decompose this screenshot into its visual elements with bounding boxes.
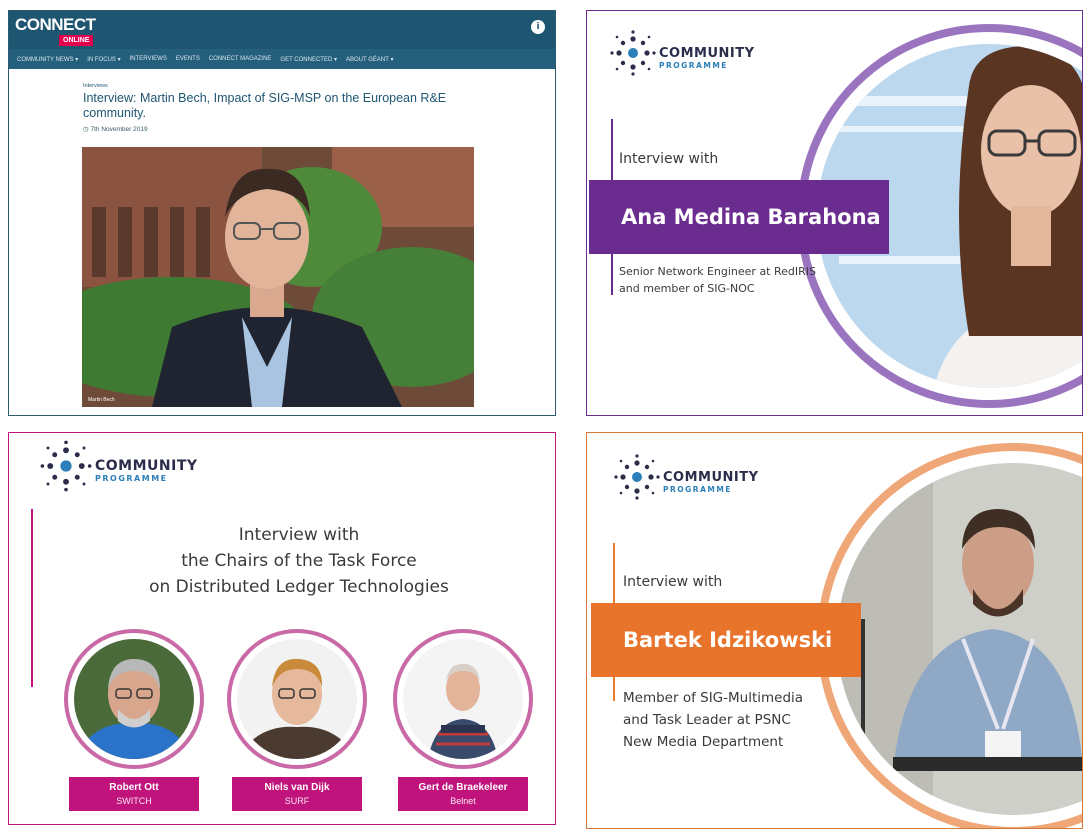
role-line: Senior Network Engineer at RedIRIS [619, 265, 817, 278]
nav-events[interactable]: EVENTS [176, 56, 200, 62]
heading-line: the Chairs of the Task Force [181, 551, 417, 571]
main-navigation: COMMUNITY NEWS ▾ IN FOCUS ▾ INTERVIEWS E… [9, 49, 555, 69]
clock-icon: ◷ [83, 126, 89, 133]
chair-card: Robert Ott SWITCH [64, 629, 204, 824]
nav-interviews[interactable]: INTERVIEWS [130, 56, 167, 62]
accessibility-icon[interactable]: i [531, 20, 545, 34]
interviewee-role: Member of SIG-Multimedia and Task Leader… [623, 687, 853, 753]
interviewee-role: Senior Network Engineer at RedIRIS and m… [619, 263, 849, 297]
heading-line: on Distributed Ledger Technologies [149, 577, 449, 597]
chair-card: Niels van Dijk SURF [227, 629, 367, 824]
logo-community-text: COMMUNITY [95, 457, 198, 474]
breadcrumb[interactable]: Interviews [83, 83, 108, 89]
nav-community-news[interactable]: COMMUNITY NEWS ▾ [17, 56, 78, 63]
interviewee-name: Ana Medina Barahona [589, 180, 889, 254]
connect-article-panel: CONNECT ONLINE i COMMUNITY NEWS ▾ IN FOC… [8, 10, 556, 416]
accent-line [31, 509, 33, 687]
chair-name: Gert de Braekeleer [418, 782, 508, 793]
portrait-photo-illustration [82, 147, 474, 407]
chair-portrait [403, 639, 523, 759]
logo-badge: ONLINE [59, 35, 94, 46]
logo-community-text: COMMUNITY [659, 45, 755, 61]
nav-in-focus[interactable]: IN FOCUS ▾ [87, 56, 120, 63]
logo-programme-text: PROGRAMME [663, 484, 732, 494]
photo-caption: Martin Bech [88, 397, 115, 403]
chair-organisation: SWITCH [116, 796, 152, 806]
interview-intro: Interview with [619, 151, 719, 167]
role-line: New Media Department [623, 734, 784, 750]
chair-organisation: Belnet [450, 796, 476, 806]
chair-name-tag: Gert de Braekeleer Belnet [398, 777, 528, 811]
logo-programme-text: PROGRAMME [95, 473, 168, 483]
site-header: CONNECT ONLINE i [9, 11, 555, 49]
interviewee-name: Bartek Idzikowski [591, 603, 861, 677]
connect-online-logo[interactable]: CONNECT ONLINE [15, 15, 105, 47]
task-force-interview-card: COMMUNITY PROGRAMME Interview with the C… [8, 432, 556, 825]
logo-community-text: COMMUNITY [663, 469, 759, 485]
logo-text: CONNECT [15, 15, 96, 34]
interview-intro: Interview with [623, 574, 723, 590]
nav-about-geant[interactable]: ABOUT GÉANT ▾ [346, 56, 393, 63]
interview-heading: Interview with the Chairs of the Task Fo… [99, 522, 499, 600]
role-line: and member of SIG-NOC [619, 282, 755, 295]
starburst-logo-icon [40, 440, 92, 492]
nav-get-connected[interactable]: GET CONNECTED ▾ [280, 56, 337, 63]
article-date-text: 7th November 2019 [90, 126, 148, 133]
bartek-interview-card: COMMUNITY PROGRAMME Interview with Barte… [586, 432, 1083, 829]
chair-name: Robert Ott [109, 782, 159, 793]
heading-line: Interview with [238, 525, 360, 545]
chair-name: Niels van Dijk [264, 782, 330, 793]
article-title: Interview: Martin Bech, Impact of SIG-MS… [83, 91, 447, 120]
community-programme-logo: COMMUNITY PROGRAMME [613, 453, 759, 501]
ana-interview-card: COMMUNITY PROGRAMME Interview with Ana M… [586, 10, 1083, 416]
chair-portrait [74, 639, 194, 759]
chair-card: Gert de Braekeleer Belnet [393, 629, 533, 824]
nav-connect-magazine[interactable]: CONNECT MAGAZINE [209, 56, 272, 62]
starburst-logo-icon [614, 454, 660, 500]
chair-name-tag: Niels van Dijk SURF [232, 777, 362, 811]
starburst-logo-icon [610, 30, 656, 76]
community-programme-logo: COMMUNITY PROGRAMME [39, 439, 198, 493]
chair-organisation: SURF [284, 796, 310, 806]
article-photo: Martin Bech [82, 147, 474, 407]
article-date: ◷ 7th November 2019 [83, 125, 148, 133]
role-line: and Task Leader at PSNC [623, 712, 791, 728]
chair-portrait [237, 639, 357, 759]
role-line: Member of SIG-Multimedia [623, 690, 804, 706]
community-programme-logo: COMMUNITY PROGRAMME [609, 29, 755, 77]
chair-name-tag: Robert Ott SWITCH [69, 777, 199, 811]
logo-programme-text: PROGRAMME [659, 60, 728, 70]
